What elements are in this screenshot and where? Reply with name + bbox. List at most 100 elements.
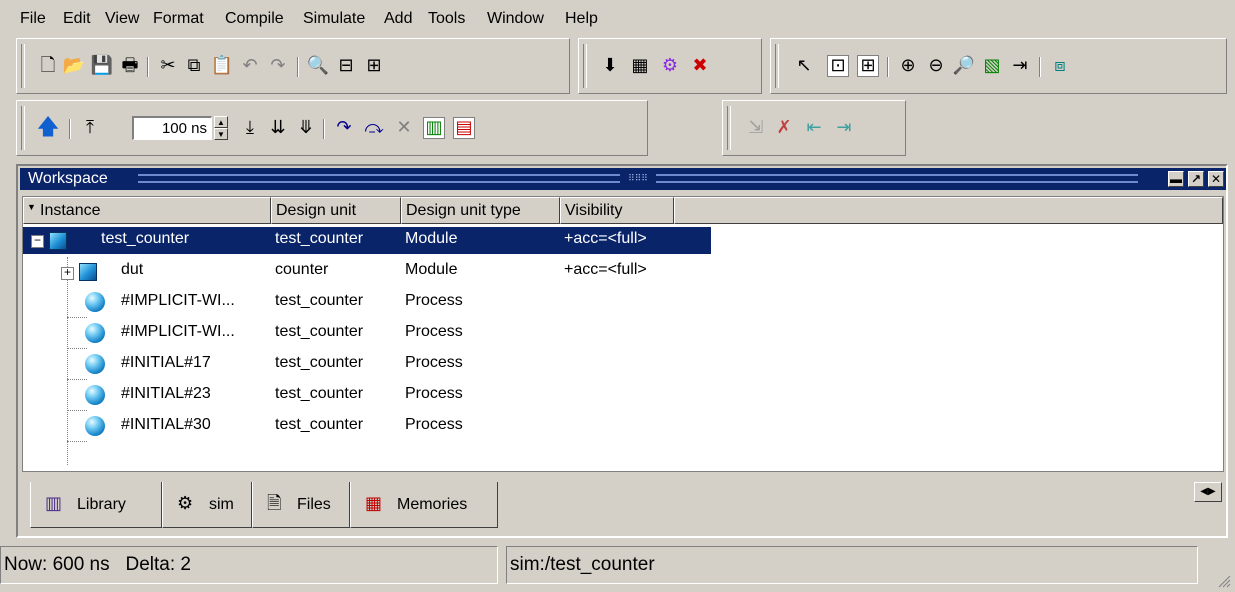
visibility: +acc=<full>	[564, 230, 647, 247]
process-icon	[85, 292, 105, 312]
spin-down-icon[interactable]: ▼	[214, 128, 228, 140]
sort-dropdown-icon[interactable]: ▼	[27, 202, 36, 212]
find-icon[interactable]: 🔍	[307, 55, 329, 77]
expand-icon[interactable]: ⊞	[363, 55, 385, 77]
close-icon[interactable]: ✕	[1208, 171, 1224, 187]
tab-sim[interactable]: ⚙ sim	[162, 482, 252, 528]
design-unit: test_counter	[275, 385, 364, 402]
menu-edit[interactable]: Edit	[63, 10, 91, 28]
design-unit: test_counter	[275, 416, 364, 433]
step-icon[interactable]: ↷	[333, 117, 355, 139]
tree-row-process[interactable]: #IMPLICIT-WI... test_counter Process	[23, 287, 1223, 318]
menu-file[interactable]: File	[20, 10, 46, 28]
instance-name: #INITIAL#17	[121, 354, 211, 371]
compile-all-icon[interactable]: ▦	[629, 55, 651, 77]
workspace-title: Workspace	[28, 170, 112, 188]
workspace-tabs: ▥ Library ⚙ sim 🗎 Files ▦ Memories ◀▶	[22, 482, 1224, 532]
module-icon	[49, 232, 67, 250]
undock-icon[interactable]: ↗	[1188, 171, 1204, 187]
module-icon	[79, 263, 97, 281]
zoom-area-icon[interactable]: ⊡	[827, 55, 849, 77]
dataflow-icon[interactable]: ⧈	[1049, 55, 1071, 77]
continue-icon[interactable]: ⇊	[267, 117, 289, 139]
bookmark-icon[interactable]: ▧	[981, 55, 1003, 77]
files-icon: 🗎	[267, 493, 282, 513]
zoom-out-icon[interactable]: ⊖	[925, 55, 947, 77]
menu-simulate[interactable]: Simulate	[303, 10, 365, 28]
menu-window[interactable]: Window	[487, 10, 544, 28]
spin-up-icon[interactable]: ▲	[214, 116, 228, 128]
tree-row-test-counter[interactable]: − test_counter test_counter Module +acc=…	[23, 225, 1223, 256]
run-icon[interactable]: ⤓	[239, 117, 261, 139]
zoom-in-icon[interactable]: ⊕	[897, 55, 919, 77]
minimize-icon[interactable]: ▬	[1168, 171, 1184, 187]
run-length-spinner[interactable]: ▲ ▼	[214, 116, 228, 140]
collapse-icon[interactable]: ⊟	[335, 55, 357, 77]
save-icon[interactable]: 💾	[91, 55, 113, 77]
menu-add[interactable]: Add	[384, 10, 412, 28]
simulate-toolbar: 🡅 ⤒ 100 ns ▲ ▼ ⤓ ⇊ ⤋ ↷ ⤼ ✕ ▥ ▤	[16, 100, 648, 156]
simulate-icon[interactable]: ⚙	[659, 55, 681, 77]
status-time: Now: 600 ns Delta: 2	[0, 546, 498, 584]
drag-grip-icon[interactable]: ⠿⠿⠿	[620, 172, 656, 184]
menu-help[interactable]: Help	[565, 10, 598, 28]
paste-icon[interactable]: 📋	[211, 55, 233, 77]
design-unit-type: Process	[405, 385, 463, 402]
menu-compile[interactable]: Compile	[225, 10, 284, 28]
expand-node-icon[interactable]: +	[61, 266, 74, 280]
tab-files[interactable]: 🗎 Files	[252, 482, 350, 528]
tree-row-process[interactable]: #INITIAL#23 test_counter Process	[23, 380, 1223, 411]
zoom-toolbar: ↖ ⊡ ⊞ ⊕ ⊖ 🔎 ▧ ⇥ ⧈	[770, 38, 1227, 94]
print-icon[interactable]: 🖶	[119, 55, 141, 77]
menu-tools[interactable]: Tools	[428, 10, 465, 28]
design-unit: test_counter	[275, 323, 364, 340]
workspace-titlebar[interactable]: Workspace ⠿⠿⠿ ▬ ↗ ✕	[20, 168, 1226, 190]
pointer-icon[interactable]: ↖	[793, 55, 815, 77]
status-delta: Delta: 2	[125, 554, 191, 575]
status-now: Now: 600 ns	[4, 554, 110, 575]
cursor-icon[interactable]: ⇲	[745, 117, 767, 139]
performance-icon[interactable]: ▥	[423, 117, 445, 139]
tab-library[interactable]: ▥ Library	[30, 482, 162, 528]
find-next-edge-icon[interactable]: ⇥	[833, 117, 855, 139]
collapse-node-icon[interactable]: −	[31, 234, 44, 248]
column-visibility[interactable]: Visibility	[560, 197, 674, 224]
run-all-icon[interactable]: ⤋	[295, 117, 317, 139]
find-previous-edge-icon[interactable]: ⇤	[803, 117, 825, 139]
break-icon[interactable]: ✖	[689, 55, 711, 77]
zoom-full-icon[interactable]: ⊞	[857, 55, 879, 77]
column-design-unit[interactable]: Design unit	[271, 197, 401, 224]
undo-icon[interactable]: ↶	[239, 55, 261, 77]
step-over-icon[interactable]: ⤼	[363, 117, 385, 139]
instance-name: #IMPLICIT-WI...	[121, 292, 235, 309]
instance-name: #IMPLICIT-WI...	[121, 323, 235, 340]
compile-icon[interactable]: ⬇	[599, 55, 621, 77]
break-run-icon[interactable]: ✕	[393, 117, 415, 139]
zoom-mode-icon[interactable]: 🔎	[953, 55, 975, 77]
up-arrow-icon[interactable]: 🡅	[37, 117, 60, 139]
redo-icon[interactable]: ↷	[267, 55, 289, 77]
tree-row-dut[interactable]: + dut counter Module +acc=<full>	[23, 256, 1223, 287]
tree-row-process[interactable]: #INITIAL#17 test_counter Process	[23, 349, 1223, 380]
tab-scroll-arrows-icon[interactable]: ◀▶	[1194, 482, 1222, 502]
memory-profile-icon[interactable]: ▤	[453, 117, 475, 139]
design-unit-type: Process	[405, 292, 463, 309]
new-file-icon[interactable]: 🗋	[37, 55, 59, 77]
tab-memories[interactable]: ▦ Memories	[350, 482, 498, 528]
column-instance[interactable]: ▼ Instance	[23, 197, 271, 224]
resize-grip-icon[interactable]	[1215, 572, 1231, 588]
design-unit: test_counter	[275, 354, 364, 371]
run-length-input[interactable]: 100 ns	[132, 116, 212, 140]
menu-view[interactable]: View	[105, 10, 139, 28]
column-design-unit-type[interactable]: Design unit type	[401, 197, 560, 224]
menu-format[interactable]: Format	[153, 10, 204, 28]
open-folder-icon[interactable]: 📂	[63, 55, 85, 77]
cut-icon[interactable]: ✂	[157, 55, 179, 77]
tree-row-process[interactable]: #IMPLICIT-WI... test_counter Process	[23, 318, 1223, 349]
restart-icon[interactable]: ⤒	[79, 117, 101, 139]
delete-cursor-icon[interactable]: ✗	[773, 117, 795, 139]
copy-icon[interactable]: ⧉	[183, 55, 205, 77]
tree-row-process[interactable]: #INITIAL#30 test_counter Process	[23, 411, 1223, 442]
instance-tree[interactable]: ▼ Instance Design unit Design unit type …	[22, 196, 1224, 472]
goto-icon[interactable]: ⇥	[1009, 55, 1031, 77]
